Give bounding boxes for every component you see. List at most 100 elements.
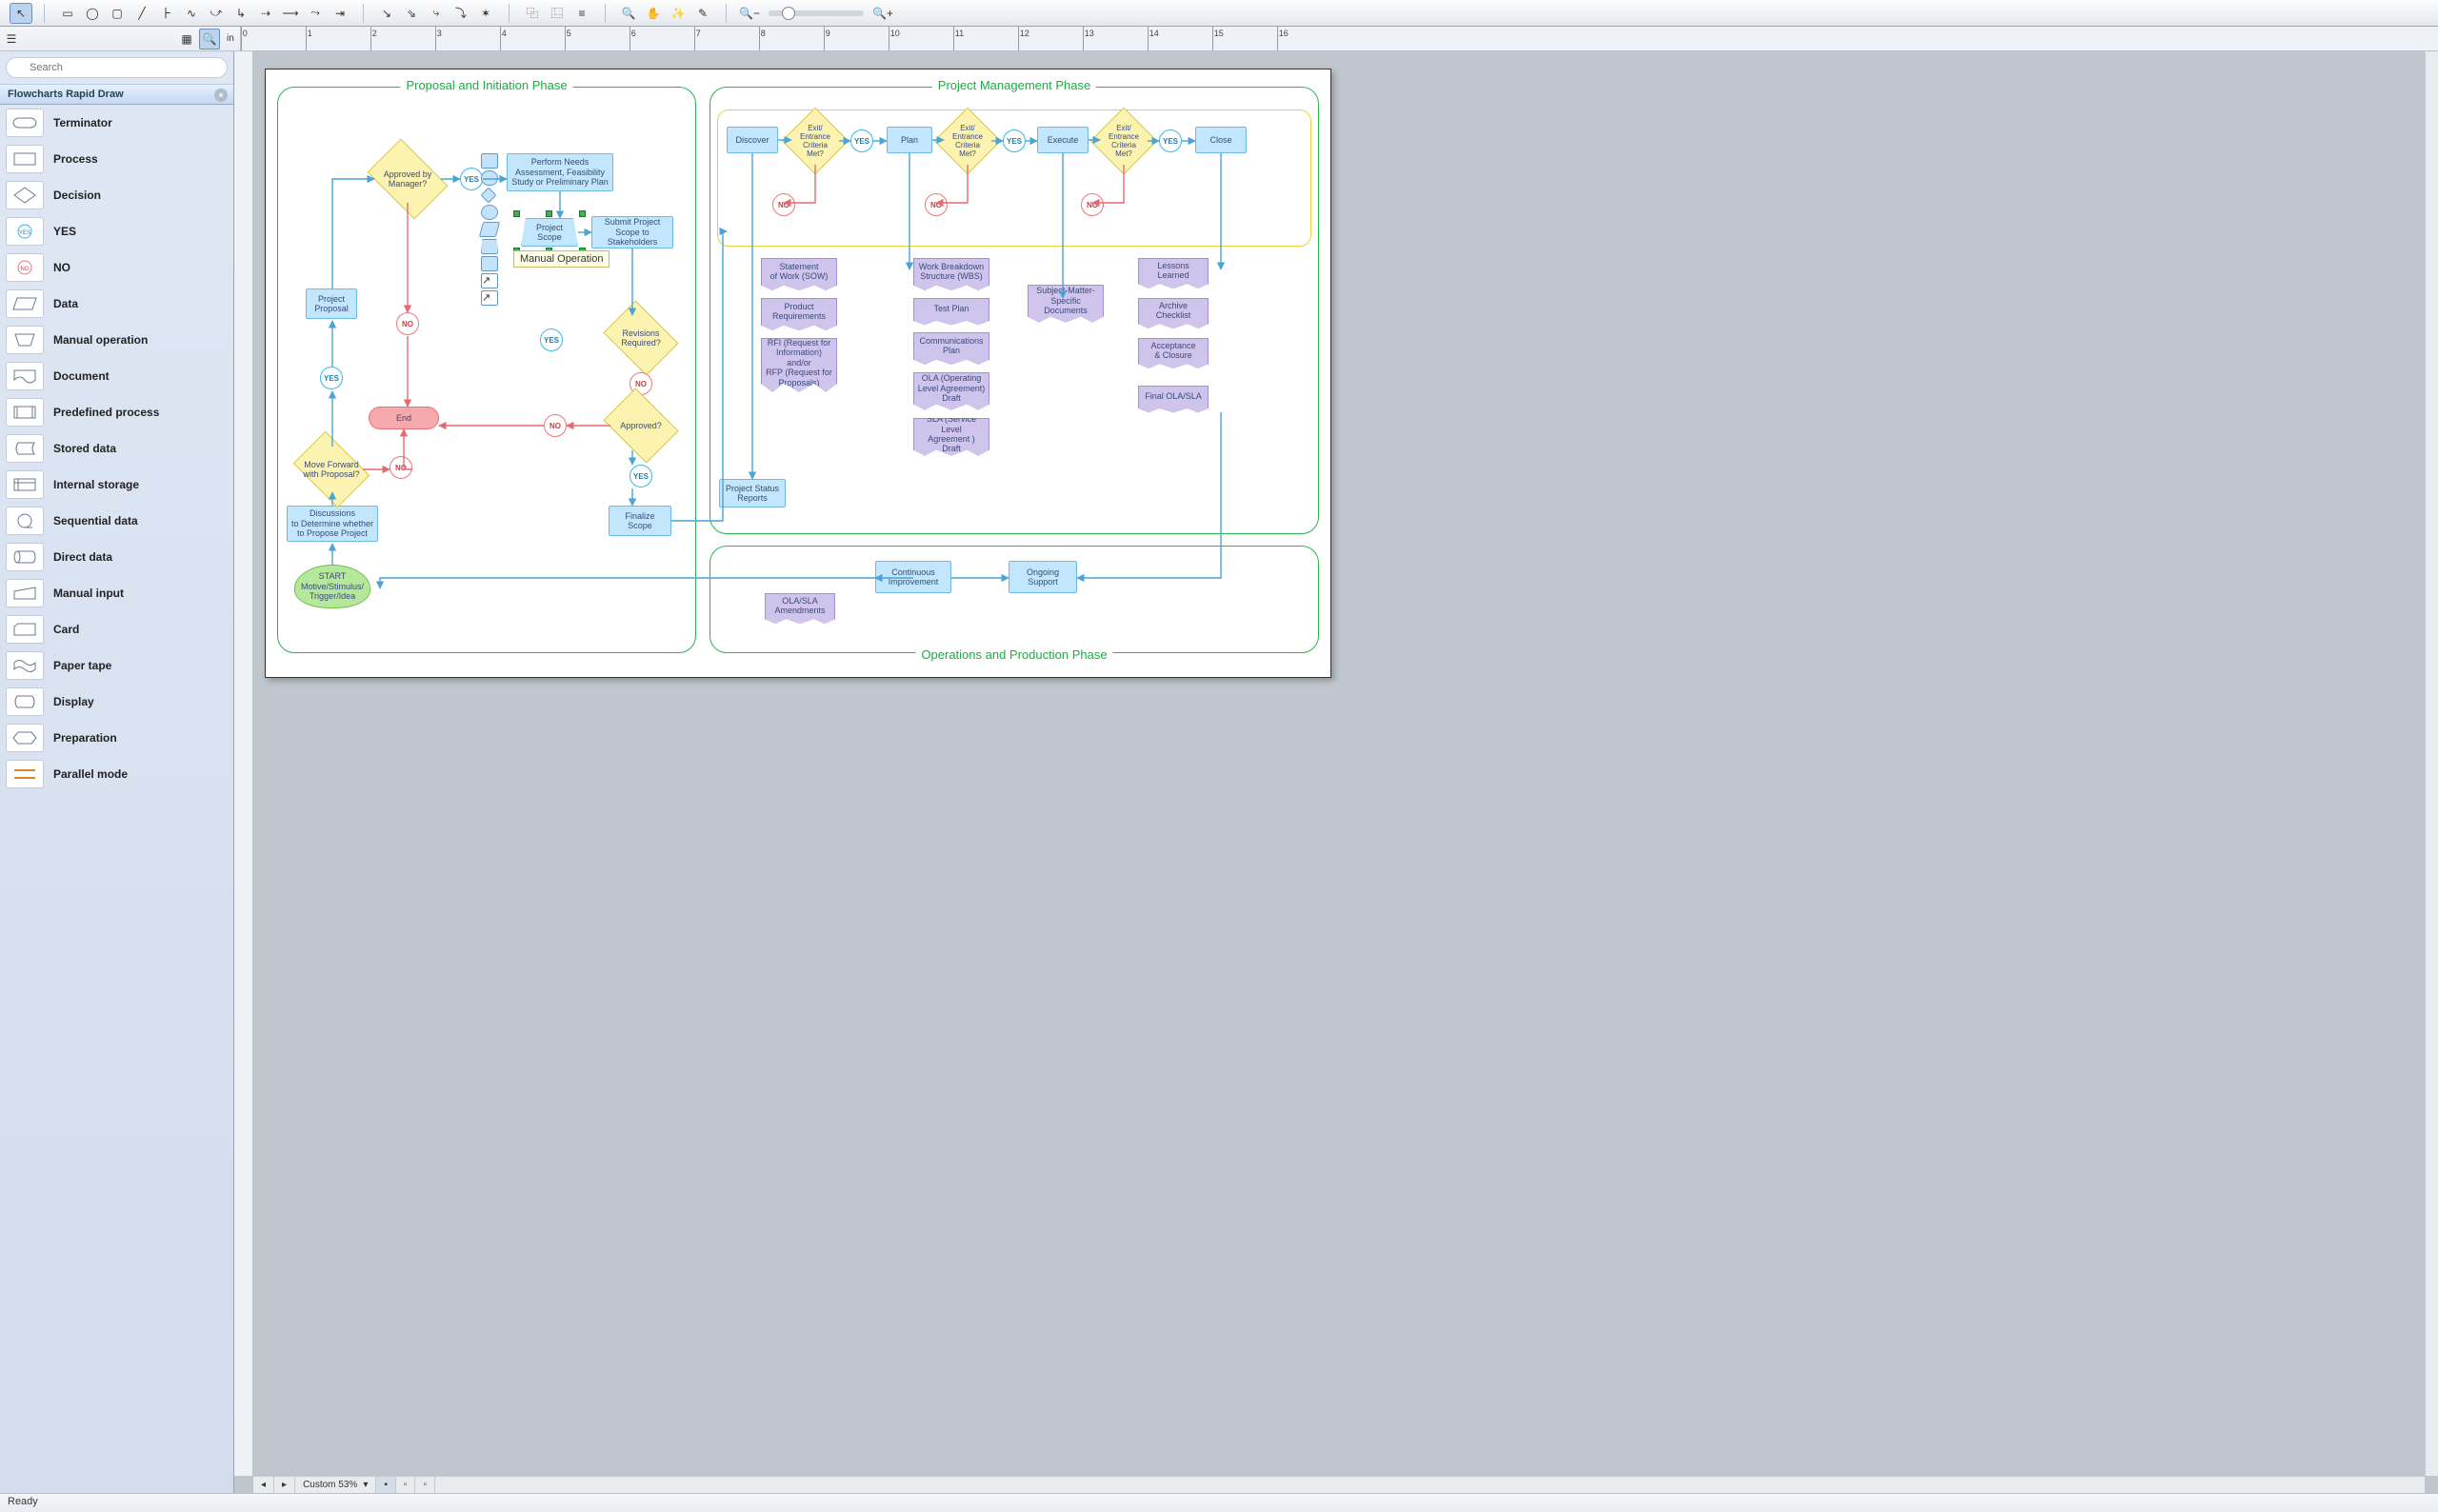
shape-item-parallel-mode[interactable]: Parallel mode xyxy=(0,756,233,792)
palette-arrow-icon[interactable]: ↗ xyxy=(481,290,498,306)
curve-button[interactable]: ∿ xyxy=(180,3,203,24)
smart-connector2-button[interactable]: ⇘ xyxy=(400,3,423,24)
quick-shape-palette[interactable]: ↗ ↗ xyxy=(481,153,498,306)
document-scroll[interactable]: Proposal and Initiation Phase Project Ma… xyxy=(253,51,2425,1476)
shape-item-yes[interactable]: YESYES xyxy=(0,213,233,249)
palette-diamond-icon[interactable] xyxy=(481,188,497,204)
smart-connector1-button[interactable]: ↘ xyxy=(375,3,398,24)
ola-draft-doc[interactable]: OLA (Operating Level Agreement) Draft xyxy=(913,372,989,412)
outline-view-button[interactable]: ☰ xyxy=(1,29,22,50)
finalize-scope-process[interactable]: Finalize Scope xyxy=(609,506,671,536)
perform-needs-process[interactable]: Perform Needs Assessment, Feasibility St… xyxy=(507,153,613,191)
sla-draft-doc[interactable]: SLA (Service Level Agreement ) Draft xyxy=(913,418,989,458)
page-tab-1[interactable]: ▪ xyxy=(376,1477,396,1493)
palette-rounded-icon[interactable] xyxy=(481,170,498,186)
highlight-button[interactable]: ✨ xyxy=(667,3,689,24)
shape-item-terminator[interactable]: Terminator xyxy=(0,105,233,141)
smart-connector5-button[interactable]: ✶ xyxy=(474,3,497,24)
ellipse-shape-button[interactable]: ◯ xyxy=(81,3,104,24)
execute-process[interactable]: Execute xyxy=(1037,127,1089,153)
panel-header[interactable]: Flowcharts Rapid Draw × xyxy=(0,84,233,105)
zoom-in-button[interactable]: 🔍+ xyxy=(871,3,894,24)
palette-parallelogram-icon[interactable] xyxy=(479,222,500,237)
zoom-out-button[interactable]: 🔍− xyxy=(738,3,761,24)
shape-item-process[interactable]: Process xyxy=(0,141,233,177)
final-ola-doc[interactable]: Final OLA/SLA xyxy=(1138,386,1209,414)
pan-tool-button[interactable]: ✋ xyxy=(642,3,665,24)
shape-item-predefined-process[interactable]: Predefined process xyxy=(0,394,233,430)
ungroup-button[interactable]: ⿺ xyxy=(546,3,569,24)
shape-item-display[interactable]: Display xyxy=(0,684,233,720)
line-shape-button[interactable]: ╱ xyxy=(130,3,153,24)
exit-criteria-2-decision[interactable]: Exit/ Entrance Criteria Met? xyxy=(944,117,991,165)
lessons-doc[interactable]: Lessons Learned xyxy=(1138,258,1209,290)
shape-item-direct-data[interactable]: Direct data xyxy=(0,539,233,575)
rounded-shape-button[interactable]: ▢ xyxy=(106,3,129,24)
shape-item-manual-input[interactable]: Manual input xyxy=(0,575,233,611)
page-tab-2[interactable]: ▫ xyxy=(396,1477,416,1493)
page-tab-3[interactable]: ▫ xyxy=(415,1477,435,1493)
shape-item-paper-tape[interactable]: Paper tape xyxy=(0,647,233,684)
close-icon[interactable]: × xyxy=(214,89,228,102)
end-terminator[interactable]: End xyxy=(369,407,439,429)
continuous-improvement-process[interactable]: Continuous Improvement xyxy=(875,561,951,593)
zoom-display[interactable]: Custom 53% xyxy=(303,1480,357,1490)
vertical-scrollbar[interactable] xyxy=(2425,51,2438,1476)
close-process[interactable]: Close xyxy=(1195,127,1247,153)
approved-by-manager-decision[interactable]: Approved by Manager? xyxy=(374,155,441,203)
next-page-button[interactable]: ▸ xyxy=(274,1477,295,1493)
start-cloud[interactable]: START Motive/Stimulus/ Trigger/Idea xyxy=(294,565,370,608)
pointer-tool-button[interactable]: ↖ xyxy=(10,3,32,24)
shape-item-document[interactable]: Document xyxy=(0,358,233,394)
ola-amendments-doc[interactable]: OLA/SLA Amendments xyxy=(765,593,835,626)
smart-connector3-button[interactable]: ⤷ xyxy=(425,3,448,24)
discover-process[interactable]: Discover xyxy=(727,127,778,153)
polyline-button[interactable]: ⺊ xyxy=(155,3,178,24)
product-req-doc[interactable]: Product Requirements xyxy=(761,298,837,332)
palette-doc-icon[interactable] xyxy=(481,256,498,271)
shape-item-manual-operation[interactable]: Manual operation xyxy=(0,322,233,358)
arc-button[interactable]: ⤻ xyxy=(205,3,228,24)
exit-criteria-3-decision[interactable]: Exit/ Entrance Criteria Met? xyxy=(1100,117,1148,165)
smart-connector4-button[interactable]: ⤵ xyxy=(450,3,472,24)
shape-item-sequential-data[interactable]: Sequential data xyxy=(0,503,233,539)
eyedropper-button[interactable]: ✎ xyxy=(691,3,714,24)
connector2-button[interactable]: ⇢ xyxy=(254,3,277,24)
wbs-doc[interactable]: Work Breakdown Structure (WBS) xyxy=(913,258,989,292)
revisions-decision[interactable]: Revisions Required? xyxy=(610,315,671,361)
connector3-button[interactable]: ⟶ xyxy=(279,3,302,24)
rfi-rfp-doc[interactable]: RFI (Request for Information) and/or RFP… xyxy=(761,338,837,395)
connector1-button[interactable]: ↳ xyxy=(230,3,252,24)
comm-plan-doc[interactable]: Communications Plan xyxy=(913,332,989,367)
sme-docs[interactable]: Subject-Matter- Specific Documents xyxy=(1028,285,1104,325)
approved-decision[interactable]: Approved? xyxy=(610,403,671,448)
exit-criteria-1-decision[interactable]: Exit/ Entrance Criteria Met? xyxy=(791,117,839,165)
submit-scope-process[interactable]: Submit Project Scope to Stakeholders xyxy=(591,216,673,249)
shape-item-decision[interactable]: Decision xyxy=(0,177,233,213)
grid-view-button[interactable]: ▦ xyxy=(176,29,197,50)
project-proposal-process[interactable]: Project Proposal xyxy=(306,288,357,319)
shape-item-stored-data[interactable]: Stored data xyxy=(0,430,233,467)
ongoing-support-process[interactable]: Ongoing Support xyxy=(1009,561,1077,593)
status-reports-process[interactable]: Project Status Reports xyxy=(719,479,786,507)
align-button[interactable]: ≡ xyxy=(570,3,593,24)
acceptance-doc[interactable]: Acceptance & Closure xyxy=(1138,338,1209,370)
search-mode-button[interactable]: 🔍 xyxy=(199,29,220,50)
palette-circle-icon[interactable] xyxy=(481,205,498,220)
project-scope-node[interactable]: Project Scope xyxy=(521,218,578,247)
shape-item-card[interactable]: Card xyxy=(0,611,233,647)
sow-doc[interactable]: Statement of Work (SOW) xyxy=(761,258,837,292)
plan-process[interactable]: Plan xyxy=(887,127,932,153)
move-forward-decision[interactable]: Move Forward with Proposal? xyxy=(300,447,363,492)
palette-connector-icon[interactable]: ↗ xyxy=(481,273,498,288)
shape-item-preparation[interactable]: Preparation xyxy=(0,720,233,756)
rect-shape-button[interactable]: ▭ xyxy=(56,3,79,24)
shape-item-data[interactable]: Data xyxy=(0,286,233,322)
zoom-dropdown-icon[interactable]: ▾ xyxy=(363,1480,368,1490)
group-button[interactable]: ⿻ xyxy=(521,3,544,24)
archive-doc[interactable]: Archive Checklist xyxy=(1138,298,1209,330)
shape-item-internal-storage[interactable]: Internal storage xyxy=(0,467,233,503)
search-input[interactable] xyxy=(6,57,228,78)
test-plan-doc[interactable]: Test Plan xyxy=(913,298,989,327)
palette-trapezoid-icon[interactable] xyxy=(481,239,498,254)
